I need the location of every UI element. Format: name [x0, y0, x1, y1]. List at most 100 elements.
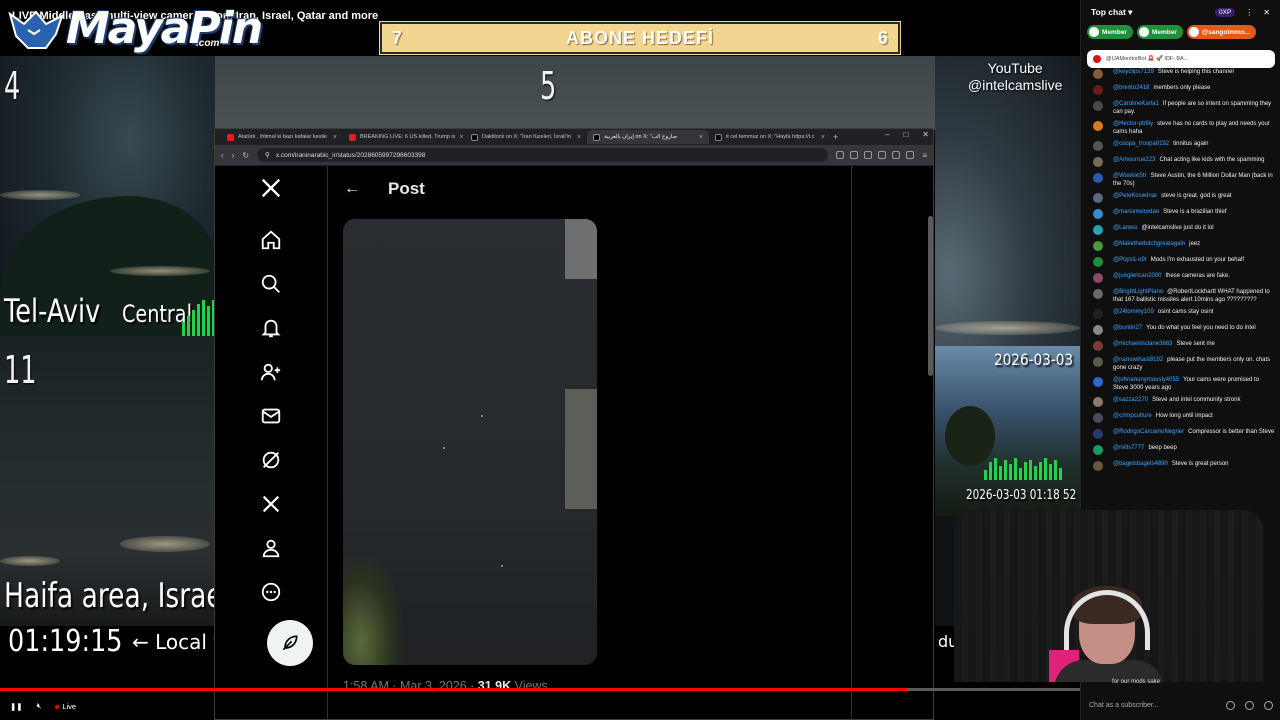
chat-message[interactable]: @Makethedutchgreatagain jeez	[1081, 238, 1280, 254]
grok-icon[interactable]	[253, 442, 289, 478]
profile-icon[interactable]	[253, 530, 289, 566]
chat-author[interactable]: @bagelsbagels4890	[1113, 461, 1168, 467]
chat-author[interactable]: @crimpculture	[1113, 413, 1152, 419]
compose-post-button[interactable]	[267, 620, 313, 666]
chat-message[interactable]: @buntin27 You do what you feel you need t…	[1081, 322, 1280, 338]
browser-tab[interactable]: Atatürk , ihtimal ki bazı kafalar kesile…	[221, 130, 343, 144]
member-pill[interactable]: Member	[1087, 25, 1133, 39]
chat-message[interactable]: @Pops1-o9r Mods I'm exhausted on your beh…	[1081, 254, 1280, 270]
chat-message[interactable]: @namowhast8192 please put the members onl…	[1081, 354, 1280, 374]
close-window-icon[interactable]: ✕	[922, 130, 929, 139]
chat-message[interactable]: @junglerican2000 these cameras are fake.	[1081, 270, 1280, 286]
chat-message[interactable]: @bagelsbagels4890 Steve is great person	[1081, 458, 1280, 474]
close-icon[interactable]: ×	[333, 134, 337, 141]
chat-author[interactable]: @keyclips7139	[1113, 69, 1154, 75]
chat-author[interactable]: @johnanonymously4055	[1113, 377, 1179, 383]
minimize-icon[interactable]: –	[885, 130, 889, 139]
chat-author[interactable]: @sazza2270	[1113, 397, 1148, 403]
chat-message[interactable]: @coopa_troopa0192 tinnitus again	[1081, 138, 1280, 154]
heart-icon[interactable]	[1264, 700, 1273, 710]
chat-message[interactable]: @sazza2270 Steve and intel community stro…	[1081, 394, 1280, 410]
more-icon[interactable]	[253, 574, 289, 610]
chat-author[interactable]: @buntin27	[1113, 325, 1142, 331]
chat-mode-selector[interactable]: Top chat ▾	[1091, 7, 1132, 18]
chat-message[interactable]: @BrightLightPiano @RobertLockhartt WHAT h…	[1081, 286, 1280, 306]
reload-icon[interactable]: ↻	[242, 151, 249, 160]
chat-message[interactable]: @CarolineKarla1 If people are so intent o…	[1081, 98, 1280, 118]
home-icon[interactable]	[253, 222, 289, 258]
bell-icon[interactable]	[253, 310, 289, 346]
browser-tab[interactable]: it cel temmuz on X: "Hayfa https://t.c ×	[709, 130, 831, 144]
chat-message[interactable]: @keyclips7139 Steve is helping this chann…	[1081, 66, 1280, 82]
chat-message[interactable]: @Hector-pb9iy steve has no cards to play …	[1081, 118, 1280, 138]
chat-author[interactable]: @namowhast8192	[1113, 357, 1163, 363]
maximize-icon[interactable]: □	[903, 130, 908, 139]
chat-author[interactable]: @junglerican2000	[1113, 273, 1161, 279]
chat-message[interactable]: @johnanonymously4055 Your cams were promi…	[1081, 374, 1280, 394]
chat-message[interactable]: @Amourrue223 Chat acting like kids with t…	[1081, 154, 1280, 170]
mute-icon[interactable]: 🔇︎	[37, 701, 42, 711]
chat-message[interactable]: @mills7777 beep beep	[1081, 442, 1280, 458]
mail-icon[interactable]	[253, 398, 289, 434]
site-info-icon[interactable]: ⚲	[265, 151, 270, 159]
chat-author[interactable]: @Pops1-o9r	[1113, 257, 1147, 263]
member-pill[interactable]: Member	[1136, 25, 1183, 39]
browser-tab-active[interactable]: إيران بالعربية on X: "صاروخ الب ×	[587, 130, 709, 144]
chat-message[interactable]: @WookieStr Steve Austin, the 6 Million Do…	[1081, 170, 1280, 190]
member-pill[interactable]: @sangolmmo...	[1186, 25, 1257, 39]
follow-user-icon[interactable]	[253, 354, 289, 390]
chat-message[interactable]: @brento2418 members only please	[1081, 82, 1280, 98]
x-premium-icon[interactable]	[253, 486, 289, 522]
extension-icon[interactable]	[850, 151, 859, 159]
chat-input[interactable]: Chat as a subscriber...	[1089, 697, 1273, 713]
browser-tab[interactable]: Daktilock on X: "İran füzeleri, İsrail'i…	[465, 130, 587, 144]
chat-author[interactable]: @WookieStr	[1113, 173, 1147, 179]
chat-author[interactable]: @mills7777	[1113, 445, 1144, 451]
chat-author[interactable]: @CarolineKarla1	[1113, 101, 1159, 107]
close-icon[interactable]: ×	[821, 134, 825, 141]
close-icon[interactable]: ×	[459, 134, 463, 141]
pause-icon[interactable]: ❚❚	[10, 702, 23, 711]
chat-message[interactable]: @Laroso @intelcamslive just do it lol	[1081, 222, 1280, 238]
address-bar[interactable]: ⚲ x.com/iraninarabic_ir/status/202860599…	[257, 148, 829, 162]
chat-author[interactable]: @coopa_troopa0192	[1113, 141, 1169, 147]
extension-icon[interactable]	[906, 151, 915, 159]
emoji-icon[interactable]	[1226, 700, 1235, 710]
extension-icon[interactable]	[892, 151, 901, 159]
chat-author[interactable]: @Laroso	[1113, 225, 1137, 231]
chat-author[interactable]: @brento2418	[1113, 85, 1149, 91]
search-icon[interactable]	[253, 266, 289, 302]
new-tab-icon[interactable]: +	[833, 132, 838, 142]
chat-message[interactable]: @crimpculture How long until impact	[1081, 410, 1280, 426]
chat-message[interactable]: @24tommy109 osint cams stay osint	[1081, 306, 1280, 322]
chat-message[interactable]: @michaelmclane3683 Steve sent me	[1081, 338, 1280, 354]
chat-author[interactable]: @marceneirodan	[1113, 209, 1159, 215]
more-options-icon[interactable]: ⋮	[1245, 8, 1253, 17]
extension-icon[interactable]	[864, 151, 873, 159]
chat-author[interactable]: @RodrigoCárcamoNegrier	[1113, 429, 1184, 435]
extension-icon[interactable]	[836, 151, 845, 159]
close-icon[interactable]: ×	[699, 134, 703, 141]
page-scrollbar[interactable]	[928, 216, 933, 376]
back-arrow-icon[interactable]: ←	[344, 180, 360, 198]
chat-author[interactable]: @michaelmclane3683	[1113, 341, 1172, 347]
video-progress-bar[interactable]	[0, 688, 1080, 691]
chat-author[interactable]: @Amourrue223	[1113, 157, 1155, 163]
close-chat-icon[interactable]: ✕	[1263, 8, 1270, 17]
live-indicator[interactable]: Live	[55, 702, 76, 711]
back-icon[interactable]: ‹	[221, 151, 224, 160]
chat-message[interactable]: @marceneirodan Steve is a brazilian thief	[1081, 206, 1280, 222]
chat-message[interactable]: @RodrigoCárcamoNegrier Compressor is bett…	[1081, 426, 1280, 442]
chat-author[interactable]: @PeteKosednar	[1113, 193, 1157, 199]
chat-author[interactable]: @BrightLightPiano	[1113, 289, 1163, 295]
close-icon[interactable]: ×	[577, 134, 581, 141]
x-logo-icon[interactable]	[253, 170, 289, 206]
browser-tab[interactable]: BREAKING LIVE: 6 US killed, Trump is ×	[343, 130, 465, 144]
extension-icon[interactable]	[878, 151, 887, 159]
chat-author[interactable]: @24tommy109	[1113, 309, 1154, 315]
menu-icon[interactable]: ≡	[922, 151, 927, 160]
forward-icon[interactable]: ›	[232, 151, 235, 160]
chat-author[interactable]: @Hector-pb9iy	[1113, 121, 1153, 127]
post-video[interactable]	[343, 219, 597, 665]
chat-author[interactable]: @Makethedutchgreatagain	[1113, 241, 1185, 247]
